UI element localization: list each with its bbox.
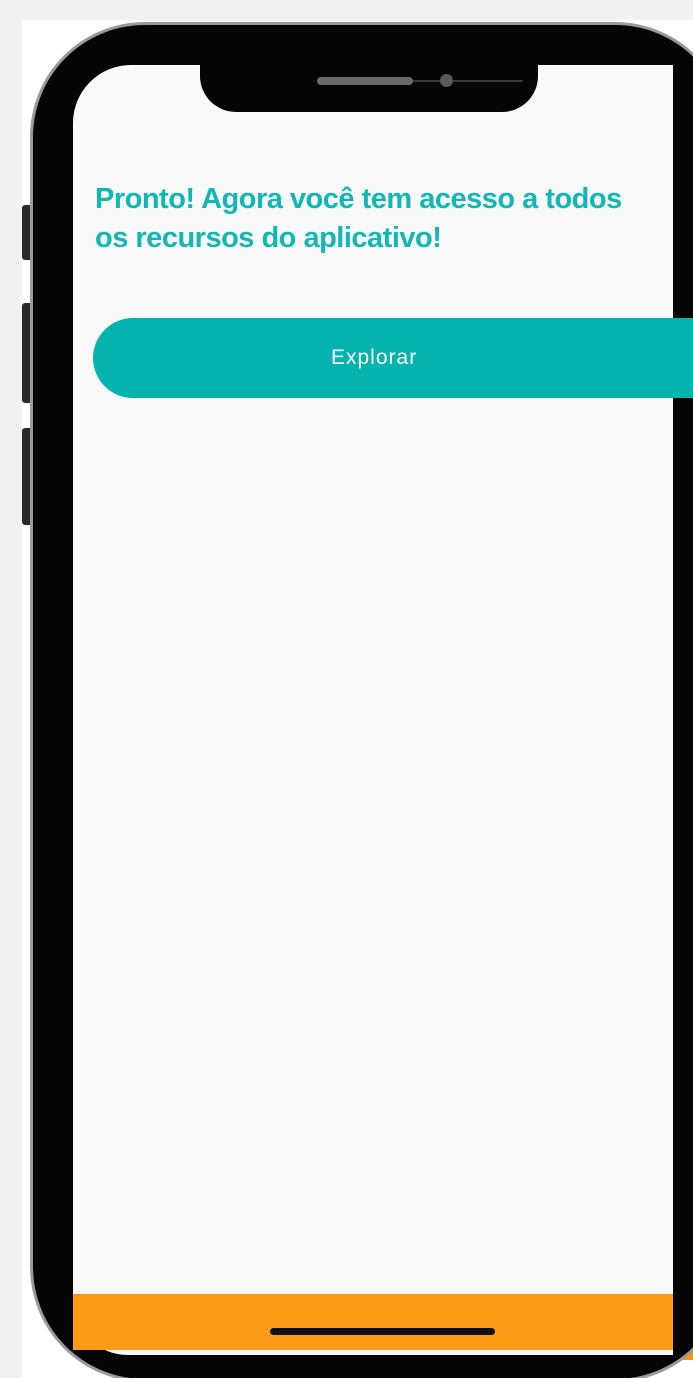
left-background-strip: [0, 0, 22, 1378]
top-background-strip: [0, 0, 693, 20]
bottom-bar: [73, 1294, 673, 1350]
page: Pronto! Agora você tem acesso a todos os…: [0, 0, 693, 1378]
phone-screen: [73, 65, 673, 1355]
explore-button[interactable]: Explorar: [93, 318, 693, 398]
front-camera-icon: [440, 74, 453, 87]
notch: [200, 58, 538, 112]
sensor-line: [413, 80, 523, 82]
home-indicator-bar[interactable]: [270, 1328, 495, 1335]
earpiece-speaker-icon: [317, 77, 413, 85]
page-title: Pronto! Agora você tem acesso a todos os…: [95, 183, 622, 254]
